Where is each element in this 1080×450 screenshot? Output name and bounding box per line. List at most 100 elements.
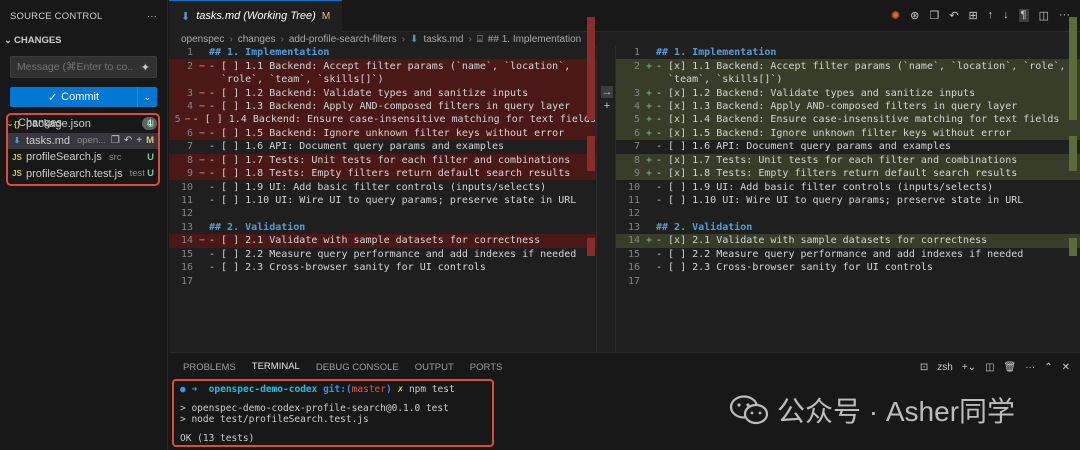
open-file-icon[interactable]: ❐ xyxy=(111,135,120,146)
line-number: 14 xyxy=(180,235,193,247)
chevron-down-icon: ⌄ xyxy=(143,91,152,102)
breadcrumb-item[interactable]: ## 1. Implementation xyxy=(488,34,581,45)
added-line: 3 + - [x] 1.2 Backend: Validate types and … xyxy=(616,86,1080,100)
tab-output[interactable]: OUTPUT xyxy=(407,353,462,381)
ruler-mark xyxy=(1069,102,1077,120)
tab-title: tasks.md (Working Tree) xyxy=(196,10,316,22)
line-number: 17 xyxy=(627,275,640,287)
chevron-right-icon: › xyxy=(229,33,233,45)
deleted-line: 14− - [ ] 2.1 Validate with sample datase… xyxy=(169,234,596,248)
line-text: - [ ] 1.10 UI: Wire UI to query params; … xyxy=(656,195,1024,207)
file-item-tasks-md[interactable]: ⬇ tasks.md open... ❐ ↶ + M xyxy=(8,132,158,149)
trash-icon[interactable]: 🗑 xyxy=(1004,362,1017,373)
more-actions-icon[interactable]: ··· xyxy=(1025,362,1035,373)
file-item-profilesearch-test-js[interactable]: JS profileSearch.test.js test U xyxy=(8,166,158,183)
line-text: - [ ] 2.1 Validate with sample datasets … xyxy=(209,235,541,247)
breadcrumb-item[interactable]: changes xyxy=(238,34,276,45)
editor-tabs: ⬇ tasks.md (Working Tree) M ✺ ⊛ ❐ ↶ ⊞ ↑ … xyxy=(169,0,1080,32)
file-name: package.json xyxy=(26,118,91,131)
code-line: 1 ## 1. Implementation xyxy=(616,46,1080,59)
line-text: - [x] 1.3 Backend: Apply AND-composed fi… xyxy=(656,100,1018,112)
file-dir: test xyxy=(129,168,145,180)
added-line: 6 + - [x] 1.5 Backend: Ignore unknown filt… xyxy=(616,126,1080,141)
line-number: 13 xyxy=(180,221,193,233)
split-terminal-icon[interactable]: ◫ xyxy=(985,362,994,373)
code-line: 13 ## 2. Validation xyxy=(169,221,596,234)
line-number: 7 xyxy=(186,141,193,153)
diff-marker: − xyxy=(198,87,206,99)
code-line: 12 xyxy=(616,207,1080,220)
line-text: - [ ] 1.4 Backend: Ensure case-insensiti… xyxy=(192,114,596,126)
openai-icon[interactable]: ⊛ xyxy=(910,9,919,22)
file-item-profilesearch-js[interactable]: JS profileSearch.js src U xyxy=(8,149,158,166)
commit-button[interactable]: ✓ Commit xyxy=(10,87,137,107)
right-overview-ruler[interactable] xyxy=(1066,0,1080,306)
next-change-icon[interactable]: ↓ xyxy=(1003,9,1009,22)
new-terminal-icon[interactable]: +⌄ xyxy=(962,362,976,373)
line-text: - [x] 1.5 Backend: Ignore unknown filter… xyxy=(656,127,1012,139)
tab-debug-console[interactable]: DEBUG CONSOLE xyxy=(308,353,407,381)
breadcrumb-item[interactable]: tasks.md xyxy=(423,34,463,45)
file-name: profileSearch.test.js xyxy=(26,167,123,180)
previous-change-icon[interactable]: ↑ xyxy=(988,9,994,22)
sparkle-icon[interactable]: ✦ xyxy=(141,61,150,74)
tab-tasks-md[interactable]: ⬇ tasks.md (Working Tree) M xyxy=(169,0,343,32)
ai-assist-icon[interactable]: ✺ xyxy=(891,9,900,22)
shell-name[interactable]: zsh xyxy=(937,362,953,373)
added-line: 5 + - [x] 1.4 Backend: Ensure case-insensi… xyxy=(616,113,1080,127)
breadcrumb-item[interactable]: openspec xyxy=(181,34,224,45)
line-number: 15 xyxy=(627,248,640,260)
terminal-spacer xyxy=(174,396,492,403)
tab-terminal[interactable]: TERMINAL xyxy=(243,353,308,381)
line-text: - [ ] 2.2 Measure query performance and … xyxy=(209,248,577,260)
left-overview-ruler[interactable] xyxy=(584,0,596,306)
split-editor-icon[interactable]: ◫ xyxy=(1039,9,1049,22)
added-line: 14 + - [x] 2.1 Validate with sample datase… xyxy=(616,234,1080,248)
file-item-package-json[interactable]: {} package.json U xyxy=(8,116,158,133)
line-number: 1 xyxy=(633,47,640,59)
commit-message-input[interactable] xyxy=(17,61,132,73)
original-pane[interactable]: 1 ## 1. Implementation 2− - [ ] 1.1 Backend… xyxy=(169,46,596,352)
line-text: - [ ] 1.5 Backend: Ignore unknown filter… xyxy=(209,127,565,139)
code-line: 15 - [ ] 2.2 Measure query performance an… xyxy=(169,248,596,261)
bottom-panel: PROBLEMS TERMINAL DEBUG CONSOLE OUTPUT P… xyxy=(169,352,1080,450)
vscode-window: SOURCE CONTROL ··· ⌄ CHANGES ✦ ✓ Commit … xyxy=(0,0,1080,450)
code-line: 15 - [ ] 2.2 Measure query performance an… xyxy=(616,248,1080,261)
line-text: - [x] 1.2 Backend: Validate types and sa… xyxy=(656,87,976,99)
discard-changes-icon[interactable]: ↶ xyxy=(124,135,132,146)
diff-marker: + xyxy=(645,60,653,72)
open-file-icon[interactable]: ❐ xyxy=(929,9,939,22)
changes-section-header[interactable]: ⌄ CHANGES xyxy=(0,32,167,48)
chevron-right-icon: › xyxy=(468,33,472,45)
stage-block-icon[interactable]: + xyxy=(601,100,613,112)
modified-pane[interactable]: 1 ## 1. Implementation 2 + - [x] 1.1 Backend… xyxy=(616,46,1080,352)
code-line: 11 - [ ] 1.10 UI: Wire UI to query params… xyxy=(169,194,596,207)
line-number: 10 xyxy=(180,181,193,193)
commit-dropdown-button[interactable]: ⌄ xyxy=(137,87,157,107)
close-icon[interactable]: ✕ xyxy=(1062,362,1070,373)
chevron-up-icon[interactable]: ⌃ xyxy=(1044,362,1052,373)
whitespace-toggle-icon[interactable]: ¶ xyxy=(1018,9,1029,22)
breadcrumb-item[interactable]: add-profile-search-filters xyxy=(289,34,397,45)
commit-row: ✓ Commit ⌄ xyxy=(10,87,157,107)
terminal-output[interactable]: ● ➜ openspec-demo-codex git:(master) ✗ n… xyxy=(172,379,494,447)
javascript-file-icon: JS xyxy=(12,152,22,162)
deleted-line: 9− - [ ] 1.8 Tests: Empty filters return … xyxy=(169,166,596,181)
added-line: 8 + - [x] 1.7 Tests: Unit tests for each f… xyxy=(616,153,1080,167)
revert-arrow-icon[interactable]: → xyxy=(601,86,613,98)
ruler-mark xyxy=(587,17,595,35)
line-number: 3 xyxy=(186,87,193,99)
stage-icon[interactable]: ⊞ xyxy=(968,9,977,22)
line-number: 13 xyxy=(627,221,640,233)
more-actions-icon[interactable]: ··· xyxy=(147,11,157,22)
terminal-line: > node test/profileSearch.test.js xyxy=(180,414,369,426)
revert-icon[interactable]: ↶ xyxy=(949,9,958,22)
tab-problems[interactable]: PROBLEMS xyxy=(175,353,244,381)
tab-ports[interactable]: PORTS xyxy=(462,353,511,381)
check-icon: ✓ xyxy=(47,91,58,104)
deleted-line: 4− - [ ] 1.3 Backend: Apply AND-composed … xyxy=(169,99,596,114)
line-text: `role`, `team`, `skills[]`) xyxy=(209,74,384,86)
line-text: - [ ] 1.9 UI: Add basic filter controls … xyxy=(656,181,994,193)
stage-changes-icon[interactable]: + xyxy=(136,135,142,146)
code-line: 10 - [ ] 1.9 UI: Add basic filter control… xyxy=(616,180,1080,193)
